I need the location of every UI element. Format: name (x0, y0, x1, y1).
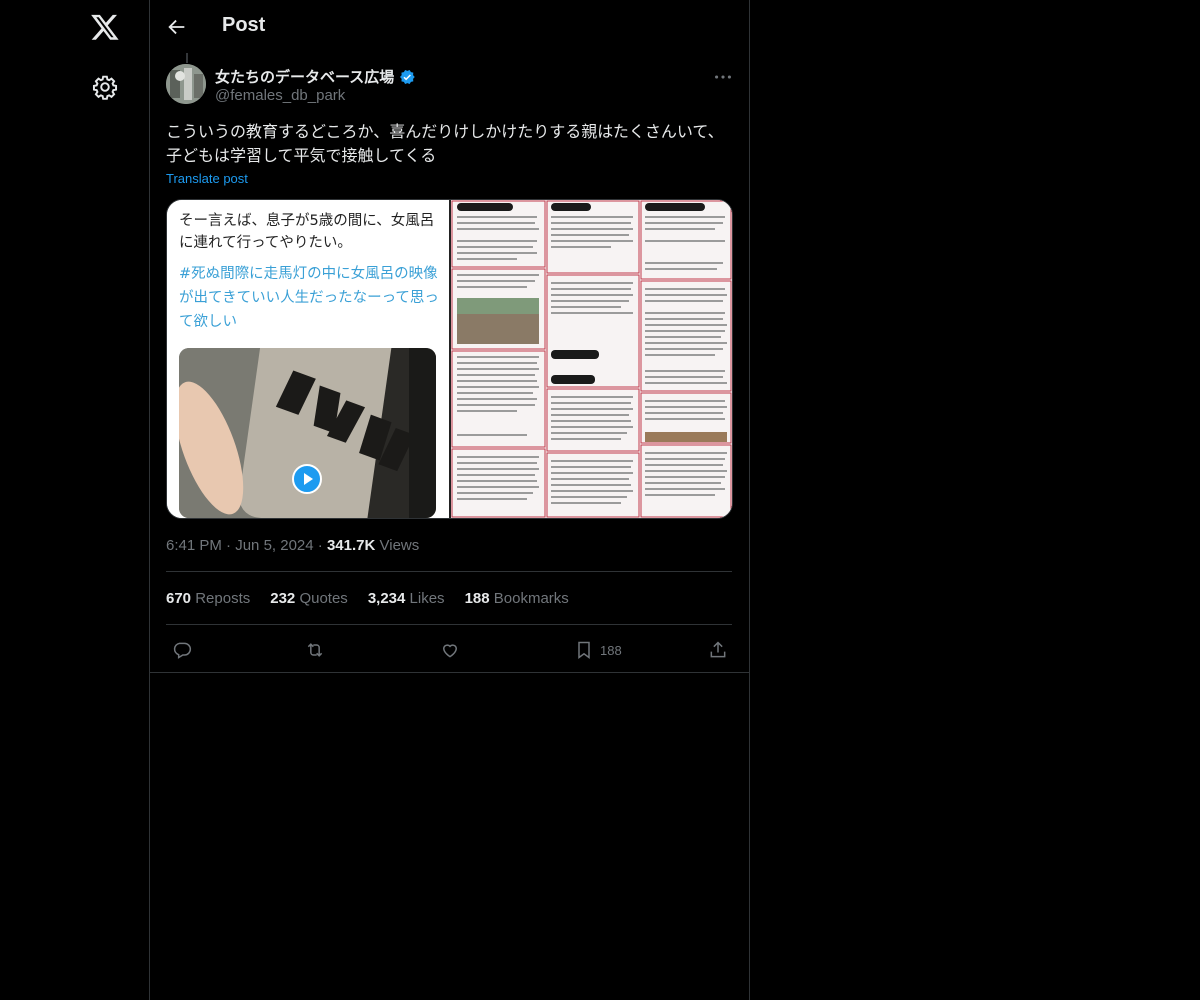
quotes-label: Quotes (299, 590, 348, 607)
action-bar: 188 (166, 638, 732, 662)
divider (166, 571, 732, 572)
post-media[interactable]: そー言えば、息子が5歳の間に、女風呂に連れて行ってやりたい。 #死ぬ間際に走馬灯… (166, 199, 733, 519)
verified-icon (400, 69, 415, 84)
reply-icon (173, 642, 192, 659)
reposts-stat[interactable]: 670 Reposts (166, 590, 250, 607)
x-logo-icon[interactable] (90, 12, 120, 42)
back-arrow-icon[interactable] (166, 16, 188, 38)
avatar[interactable] (166, 64, 206, 104)
repost-button[interactable] (305, 638, 325, 662)
share-button[interactable] (708, 638, 728, 662)
share-icon (710, 641, 726, 658)
likes-label: Likes (409, 590, 445, 607)
repost-icon (307, 643, 323, 657)
bookmark-button[interactable]: 188 (574, 638, 622, 662)
quotes-count: 232 (270, 590, 296, 607)
divider (166, 624, 732, 625)
bookmarks-label: Bookmarks (493, 590, 569, 607)
post-time[interactable]: 6:41 PM (166, 537, 222, 554)
bookmarks-count: 188 (464, 590, 490, 607)
post-date[interactable]: Jun 5, 2024 (235, 537, 313, 554)
author-name-row[interactable]: 女たちのデータベース広場 (215, 66, 416, 87)
header: Post (150, 0, 749, 53)
post-stats: 670 Reposts 232 Quotes 3,234 Likes 188 B… (166, 590, 569, 607)
meta-separator: · (317, 537, 327, 554)
likes-count: 3,234 (367, 590, 406, 607)
like-button[interactable] (440, 638, 460, 662)
bookmarks-stat[interactable]: 188 Bookmarks (465, 590, 569, 607)
media-right-screenshots (451, 200, 732, 518)
reposts-label: Reposts (195, 590, 251, 607)
left-rail (0, 0, 149, 1000)
translate-post-link[interactable]: Translate post (166, 171, 248, 186)
like-icon (442, 644, 458, 658)
views-label: Views (379, 537, 420, 554)
media-left-panel: そー言えば、息子が5歳の間に、女風呂に連れて行ってやりたい。 #死ぬ間際に走馬灯… (167, 200, 449, 518)
page-title: Post (222, 14, 266, 36)
play-icon[interactable] (292, 464, 322, 494)
media-hashtag-caption: #死ぬ間際に走馬灯の中に女風呂の映像が出てきていい人生だったなーって思って欲しい (179, 266, 439, 330)
reposts-count: 670 (166, 590, 192, 607)
meta-separator: · (226, 537, 236, 554)
avatar-image (166, 64, 206, 104)
bookmark-count: 188 (600, 642, 622, 658)
quotes-stat[interactable]: 232 Quotes (270, 590, 348, 607)
post-text: こういうの教育するどころか、喜んだりけしかけたりする親はたくさんいて、子どもは学… (166, 122, 724, 165)
divider (150, 672, 749, 673)
post-meta: 6:41 PM · Jun 5, 2024 · 341.7K Views (166, 537, 419, 554)
gear-icon[interactable] (92, 74, 118, 100)
bookmark-icon (578, 641, 590, 659)
author-display-name[interactable]: 女たちのデータベース広場 (215, 66, 394, 87)
likes-stat[interactable]: 3,234 Likes (368, 590, 445, 607)
thread-line (186, 53, 188, 63)
author-handle[interactable]: @females_db_park (215, 87, 345, 104)
more-icon[interactable] (712, 66, 734, 88)
reply-button[interactable] (172, 638, 192, 662)
views-count: 341.7K (326, 537, 376, 554)
screenshot-collage (451, 200, 732, 518)
post-column: Post 女たちのデータベース広場 @females_db_park こういうの… (149, 0, 750, 1000)
media-caption: そー言えば、息子が5歳の間に、女風呂に連れて行ってやりたい。 (179, 213, 435, 251)
